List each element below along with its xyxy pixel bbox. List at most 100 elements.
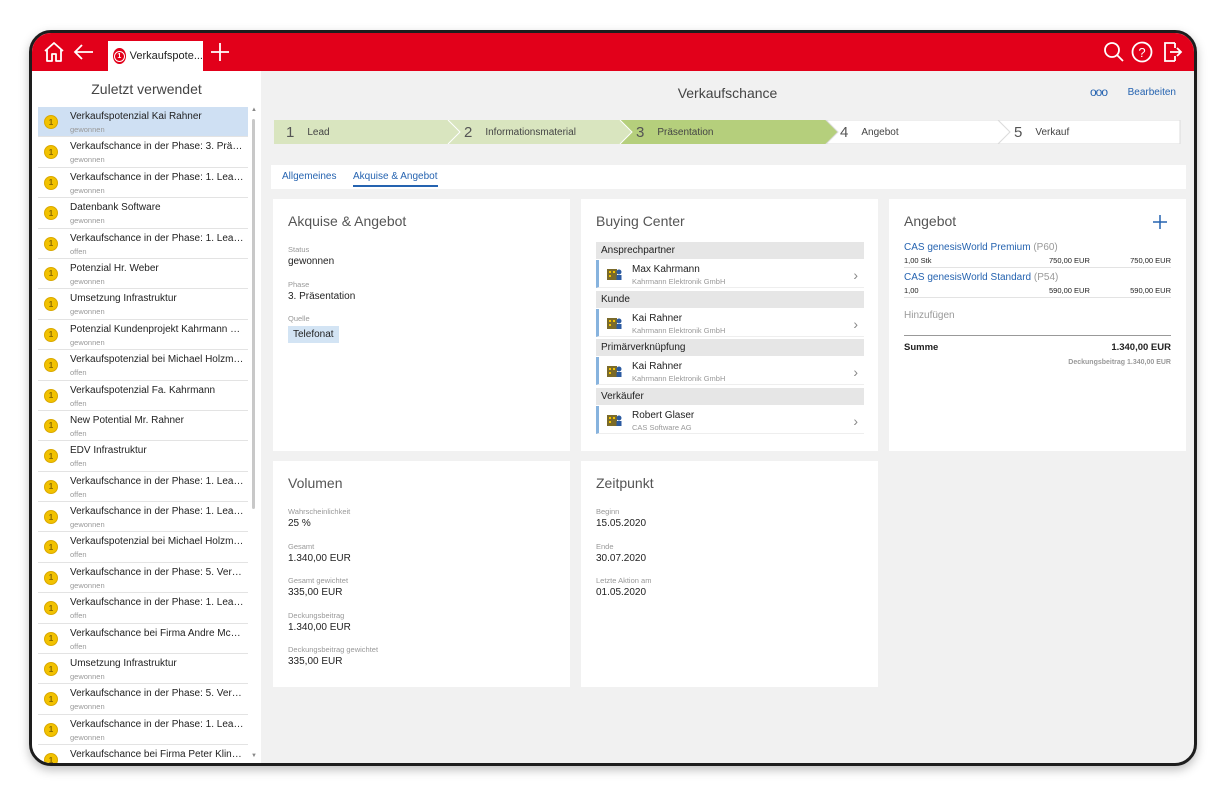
list-item[interactable]: 1 Verkaufschance in der Phase: 5. Verkau.… [38, 684, 248, 715]
list-item-status: gewonnen [70, 672, 105, 682]
list-item-title: Verkaufschance in der Phase: 1. Lead ... [70, 506, 246, 518]
logout-icon[interactable] [1160, 40, 1184, 64]
opportunity-coin-icon: 1 [44, 570, 58, 585]
opportunity-coin-icon: 1 [44, 358, 58, 373]
list-item-status: gewonnen [70, 155, 105, 165]
tab-verkaufspotenzial[interactable]: 1 Verkaufspote... [108, 41, 203, 71]
contact-row[interactable]: Kai Rahner Kahrmann Elektronik GmbH › [596, 357, 864, 385]
opportunity-coin-icon: 1 [44, 206, 58, 221]
contact-company: Kahrmann Elektronik GmbH [632, 325, 726, 335]
back-icon[interactable] [72, 40, 96, 64]
opportunity-coin-icon: 1 [44, 631, 58, 646]
sidebar-scrollbar[interactable]: ▲ ▼ [251, 107, 257, 759]
product-link[interactable]: CAS genesisWorld Premium (P60) [904, 242, 1058, 253]
list-item[interactable]: 1 Verkaufschance in der Phase: 1. Lead ..… [38, 593, 248, 624]
list-item[interactable]: 1 EDV Infrastruktur offen [38, 441, 248, 472]
field-value: 335,00 EUR [288, 656, 343, 667]
list-item[interactable]: 1 Verkaufschance in der Phase: 1. Lead ..… [38, 472, 248, 503]
app-window: 1 Verkaufspote... ? Zuletzt verwendet 1V… [29, 30, 1197, 766]
field-label: Deckungsbeitrag gewichtet [288, 645, 379, 654]
list-item-title: Verkaufschance in der Phase: 1. Lead ... [70, 232, 246, 244]
edit-button[interactable]: Bearbeiten [1128, 87, 1176, 98]
list-item-status: offen [70, 368, 87, 378]
field-value: 01.05.2020 [596, 587, 647, 598]
role-header: Kunde [596, 290, 864, 308]
list-item[interactable]: 1 Verkaufspotenzial bei Michael Holzma...… [38, 350, 248, 381]
list-item[interactable]: 1 Verkaufschance in der Phase: 1. Lead ..… [38, 168, 248, 199]
list-item[interactable]: 1 Umsetzung Infrastruktur gewonnen [38, 654, 248, 685]
list-item-status: offen [70, 489, 87, 499]
opportunity-coin-icon: 1 [44, 722, 58, 737]
list-item[interactable]: 1 Verkaufschance bei Firma Peter Kling, T… [38, 745, 248, 763]
volumen-card: Volumen Wahrscheinlichkeit 25 % Gesamt 1.34… [273, 461, 570, 687]
list-item[interactable]: 1 Verkaufspotenzial Fa. Kahrmann offen [38, 381, 248, 411]
field-value: 15.05.2020 [596, 518, 647, 529]
list-item-status: gewonnen [70, 276, 105, 286]
list-item[interactable]: 1 Verkaufschance in der Phase: 3. Präsen.… [38, 137, 248, 168]
list-item[interactable]: 1 Verkaufschance in der Phase: 1. Lead ..… [38, 715, 248, 746]
card-title: Volumen [288, 475, 343, 491]
product-price: 750,00 EUR [1049, 256, 1090, 265]
list-item[interactable]: 1 New Potential Mr. Rahner offen [38, 411, 248, 442]
opportunity-coin-icon: 1 [44, 753, 58, 763]
add-product-link[interactable]: Hinzufügen [904, 310, 955, 321]
list-item-status: offen [70, 641, 87, 651]
help-icon[interactable]: ? [1130, 40, 1154, 64]
tab-allgemeines[interactable]: Allgemeines [282, 171, 336, 182]
step-verkauf[interactable]: 5 Verkauf [1014, 120, 1069, 144]
list-item-status: offen [70, 428, 87, 438]
list-item-status: gewonnen [70, 125, 105, 134]
list-item-title: Verkaufschance in der Phase: 1. Lead ... [70, 475, 246, 487]
tab-akquise-angebot[interactable]: Akquise & Angebot [353, 171, 438, 187]
sidebar-title: Zuletzt verwendet [91, 81, 202, 97]
list-item-status: offen [70, 550, 87, 560]
product-link[interactable]: CAS genesisWorld Standard (P54) [904, 272, 1058, 283]
scroll-down-icon[interactable]: ▼ [251, 753, 257, 759]
scrollbar-thumb[interactable] [252, 119, 255, 509]
contact-row[interactable]: Kai Rahner Kahrmann Elektronik GmbH › [596, 308, 864, 337]
opportunity-coin-icon: 1 [44, 540, 58, 555]
step-number: 4 [840, 123, 849, 141]
opportunity-coin-icon: 1 [44, 418, 58, 433]
list-item-title: Verkaufspotenzial Kai Rahner [70, 111, 202, 122]
divider [904, 267, 1171, 268]
sidebar: Zuletzt verwendet 1 Verkaufspotenzial Kai… [32, 71, 261, 763]
sum-divider [904, 335, 1171, 336]
step-informationsmaterial[interactable]: 2 Informationsmaterial [464, 120, 576, 144]
list-item[interactable]: 1 Umsetzung Infrastruktur gewonnen [38, 289, 248, 320]
scroll-up-icon[interactable]: ▲ [251, 107, 257, 113]
opportunity-coin-icon: 1 [44, 266, 58, 281]
step-praesentation[interactable]: 3 Präsentation [636, 120, 714, 144]
list-item-status: gewonnen [70, 520, 105, 530]
list-item[interactable]: 1 Potenzial Kundenprojekt Kahrmann Ele...… [38, 320, 248, 351]
contact-row[interactable]: Max Kahrmann Kahrmann Elektronik GmbH › [596, 260, 864, 288]
contact-company-icon [607, 414, 622, 426]
step-angebot[interactable]: 4 Angebot [840, 120, 899, 144]
add-icon[interactable] [1153, 215, 1167, 229]
list-item-status: offen [70, 246, 87, 256]
list-item[interactable]: 1 Verkaufspotenzial bei Michael Holzma...… [38, 532, 248, 563]
list-item[interactable]: 1 Verkaufschance in der Phase: 1. Lead ..… [38, 229, 248, 259]
divider [904, 297, 1171, 298]
add-tab-icon[interactable] [208, 40, 232, 64]
list-item[interactable]: 1 Verkaufschance bei Firma Andre McKe... o… [38, 624, 248, 655]
opportunity-coin-icon: 1 [44, 662, 58, 677]
home-icon[interactable] [42, 40, 66, 64]
list-item-title: Datenbank Software [70, 202, 161, 214]
list-item[interactable]: 1 Potenzial Hr. Weber gewonnen [38, 259, 248, 290]
contact-row[interactable]: Robert Glaser CAS Software AG › [596, 405, 864, 434]
chevron-right-icon: › [853, 364, 858, 380]
list-item[interactable]: 1 Verkaufschance in der Phase: 5. Verkau.… [38, 563, 248, 594]
contact-company-icon [607, 366, 622, 377]
list-item[interactable]: 1 Verkaufspotenzial Kai Rahner gewonnen [38, 107, 248, 138]
product-qty: 1,00 Stk [904, 256, 932, 265]
list-item[interactable]: 1 Verkaufschance in der Phase: 1. Lead ..… [38, 502, 248, 533]
phase-stepper: 1 Lead 2 Informationsmaterial 3 Präsenta… [274, 120, 1181, 144]
list-item[interactable]: 1 Datenbank Software gewonnen [38, 198, 248, 229]
more-options-button[interactable]: ooo [1090, 85, 1108, 99]
step-lead[interactable]: 1 Lead [286, 120, 330, 144]
status-value: gewonnen [288, 256, 335, 267]
search-icon[interactable] [1102, 40, 1126, 64]
top-bar: 1 Verkaufspote... ? [32, 33, 1194, 71]
sum-label: Summe [904, 342, 939, 353]
